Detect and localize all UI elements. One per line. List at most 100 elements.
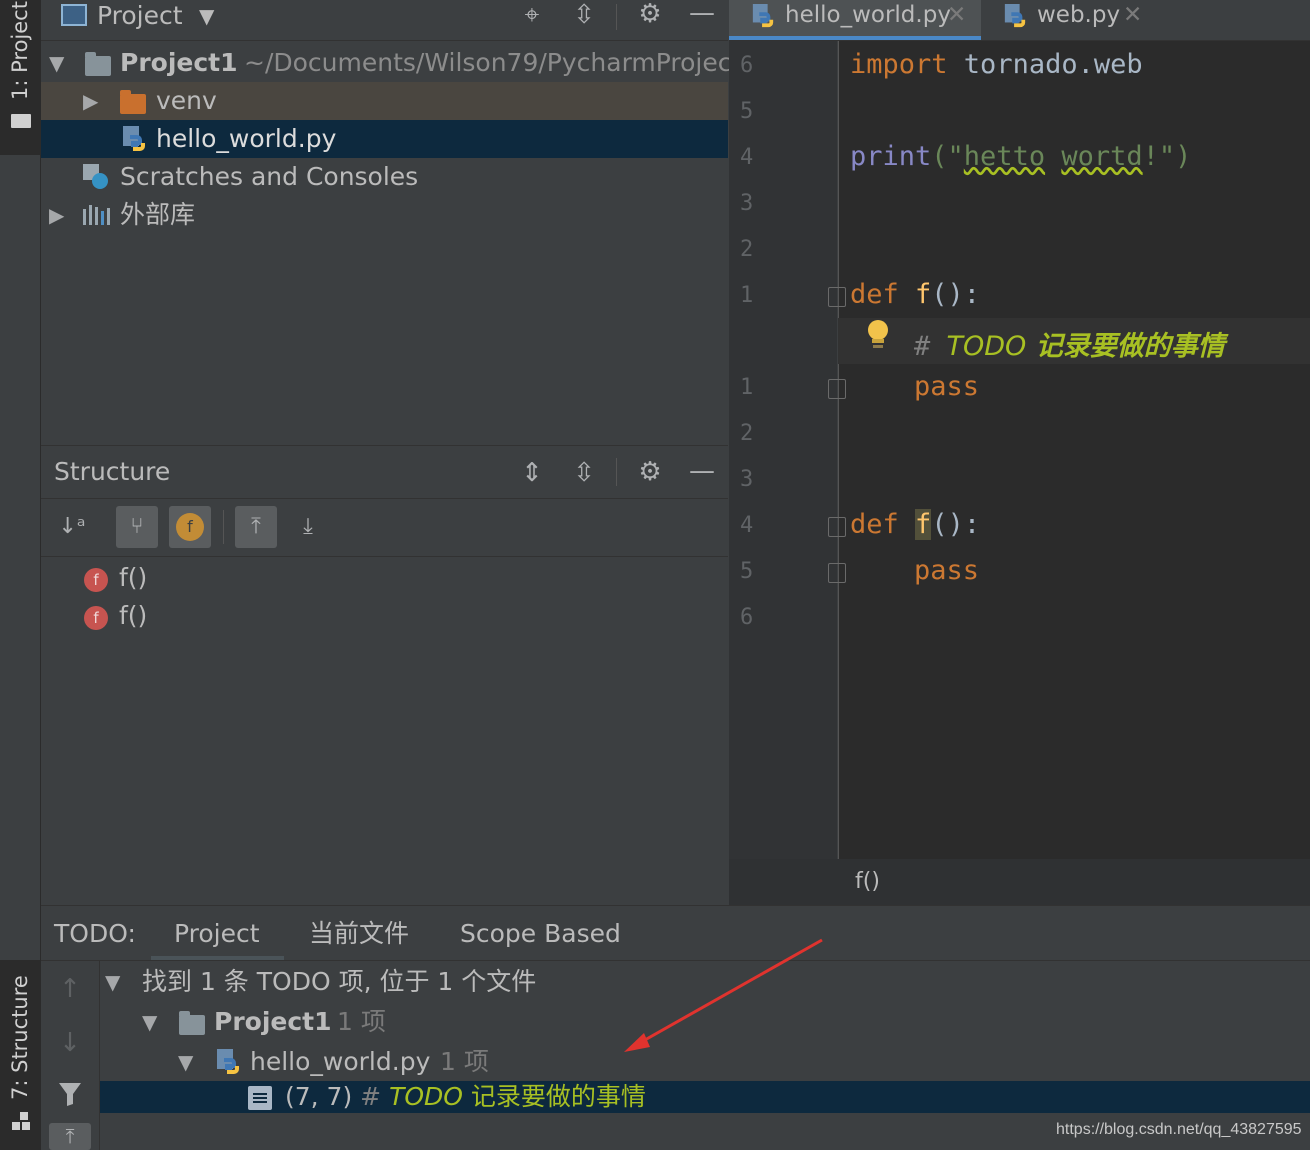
expand-all-icon[interactable]: ⇕ [515, 456, 549, 490]
show-inherited-icon[interactable]: ⑂ [116, 506, 158, 548]
autoscroll-from-source-icon[interactable]: ⤓ [287, 506, 329, 548]
tab-label: Project [174, 919, 260, 948]
editor-breadcrumb[interactable]: f() [729, 859, 1310, 905]
line-number: 5 [740, 99, 754, 124]
tree-row-scratches[interactable]: Scratches and Consoles [41, 158, 728, 196]
excluded-folder-icon [120, 90, 146, 114]
tree-path-project1: ~/Documents/Wilson79/PycharmProject [244, 48, 742, 77]
tab-label: hello_world.py [785, 2, 951, 28]
line-number: 1 [740, 375, 754, 400]
field-badge: f [176, 513, 204, 541]
project-tool-tab[interactable]: 1: Project [0, 0, 40, 155]
fold-marker-icon[interactable] [828, 379, 846, 399]
filter-icon[interactable] [56, 1080, 84, 1108]
python-file-icon [123, 126, 145, 151]
project-panel-title[interactable]: Project [97, 0, 183, 32]
tree-label-scratches: Scratches and Consoles [120, 162, 419, 191]
code-line-import: import tornado.web [850, 49, 1143, 80]
structure-icon [12, 1112, 30, 1130]
lightbulb-icon[interactable] [866, 320, 890, 350]
collapse-all-icon[interactable]: ⇳ [567, 456, 601, 490]
fold-marker-icon[interactable] [828, 287, 846, 307]
python-file-icon [752, 4, 774, 28]
line-number: 6 [740, 53, 754, 78]
expand-arrow-icon[interactable]: ▼ [105, 964, 120, 1000]
expand-arrow-icon[interactable]: ▼ [142, 1004, 157, 1040]
fold-marker-icon[interactable] [828, 517, 846, 537]
code-line-todo: # TODO 记录要做的事情 [914, 331, 1225, 362]
structure-tool-tab-label: 7: Structure [8, 975, 32, 1100]
tab-hello-world[interactable]: hello_world.py ✕ [729, 0, 981, 40]
structure-panel-header: Structure ⇕ ⇳ ⚙ — [41, 445, 728, 499]
tree-label-hello-world: hello_world.py [156, 124, 337, 153]
gear-icon[interactable]: ⚙ [633, 455, 667, 489]
code-line-def-2: def f(): [850, 509, 981, 540]
close-icon[interactable]: ✕ [1123, 0, 1142, 30]
todo-panel-label: TODO: [54, 919, 136, 948]
structure-tool-tab[interactable]: 7: Structure [0, 960, 40, 1150]
collapse-all-icon[interactable]: ⇳ [567, 0, 601, 32]
project-panel-header: Project ▼ ⌖ ⇳ ⚙ — [41, 0, 728, 41]
folder-icon [179, 1011, 205, 1035]
tree-row-project1[interactable]: ▼ Project1 ~/Documents/Wilson79/PycharmP… [41, 44, 741, 82]
close-icon[interactable]: ✕ [947, 0, 966, 30]
structure-item-label: f() [119, 563, 148, 592]
line-number: 6 [740, 605, 754, 630]
chevron-down-icon[interactable]: ▼ [199, 0, 214, 32]
structure-item[interactable]: f f() [84, 563, 384, 595]
line-number: 4 [740, 145, 754, 170]
tree-label-venv: venv [156, 86, 217, 115]
code-line-print: print("hetto wortd!") [850, 141, 1192, 172]
todo-project-label: Project1 [214, 1007, 332, 1036]
minimize-icon[interactable]: — [685, 0, 719, 30]
header-divider [616, 458, 617, 486]
structure-item-label: f() [119, 601, 148, 630]
function-badge: f [84, 568, 108, 592]
structure-panel-title: Structure [54, 457, 171, 486]
library-icon [83, 205, 111, 225]
expand-arrow-icon[interactable]: ▼ [49, 44, 64, 82]
toolbar-divider [223, 510, 224, 544]
python-file-icon [1004, 4, 1026, 28]
line-number: 4 [740, 513, 754, 538]
tab-scope-based[interactable]: Scope Based [460, 916, 621, 952]
todo-side-toolbar: ↑ ↓ ⤒ [41, 960, 100, 1150]
tree-row-venv[interactable]: ▶ venv [41, 82, 728, 120]
expand-arrow-icon[interactable]: ▶ [83, 82, 98, 120]
autoscroll-icon[interactable]: ⤒ [49, 1123, 91, 1150]
tab-label: web.py [1037, 2, 1121, 28]
code-line-pass-1: pass [914, 371, 980, 402]
code-line-pass-2: pass [914, 555, 980, 586]
gear-icon[interactable]: ⚙ [633, 0, 667, 31]
function-badge: f [84, 606, 108, 630]
locate-icon[interactable]: ⌖ [515, 0, 549, 32]
folder-icon [85, 52, 111, 76]
tree-label-project1: Project1 [120, 48, 238, 77]
todo-item-text: (7, 7) # TODO 记录要做的事情 [285, 1082, 646, 1111]
expand-arrow-icon[interactable]: ▼ [178, 1044, 193, 1080]
todo-item-row[interactable]: (7, 7) # TODO 记录要做的事情 [100, 1081, 1310, 1113]
project-view-icon [61, 4, 87, 26]
line-number: 2 [740, 421, 754, 446]
tab-current-file[interactable]: 当前文件 [309, 916, 409, 952]
scratches-icon [83, 164, 108, 189]
todo-project-count: 1 项 [337, 1007, 386, 1036]
autoscroll-to-source-icon[interactable]: ⤒ [235, 506, 277, 548]
todo-item-icon [248, 1086, 272, 1110]
previous-occurrence-icon[interactable]: ↑ [53, 972, 87, 1006]
header-divider [616, 4, 617, 30]
next-occurrence-icon[interactable]: ↓ [53, 1026, 87, 1060]
tree-row-hello-world[interactable]: hello_world.py [41, 120, 728, 158]
code-line-def-1: def f(): [850, 279, 981, 310]
minimize-icon[interactable]: — [685, 454, 719, 488]
tab-web[interactable]: web.py ✕ [981, 0, 1157, 40]
tree-row-external-libraries[interactable]: ▶ 外部库 [41, 196, 728, 234]
sort-alphabetically-icon[interactable]: ↓ᵃ [51, 506, 93, 548]
expand-arrow-icon[interactable]: ▶ [49, 196, 64, 234]
structure-item[interactable]: f f() [84, 601, 384, 633]
watermark: https://blog.csdn.net/qq_43827595 [1056, 1121, 1302, 1138]
show-fields-icon[interactable]: f [169, 506, 211, 548]
structure-toolbar: ↓ᵃ ⑂ f ⤒ ⤓ [41, 498, 728, 557]
tab-project[interactable]: Project [151, 906, 284, 960]
fold-marker-icon[interactable] [828, 563, 846, 583]
